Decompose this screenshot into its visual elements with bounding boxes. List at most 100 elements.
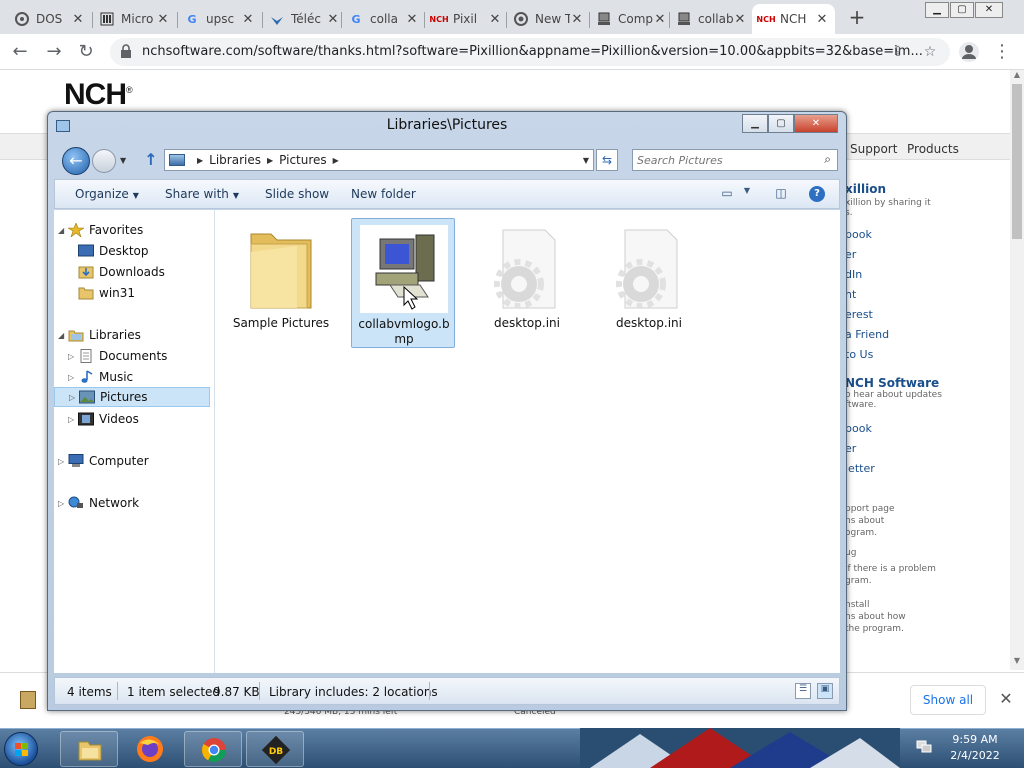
forward-arrow-icon[interactable]: → [42, 40, 66, 64]
share-with-menu[interactable]: Share with ▼ [165, 187, 239, 201]
nav-downloads[interactable]: Downloads [78, 262, 165, 282]
nav-videos[interactable]: ▷ Videos [68, 409, 139, 429]
system-clock[interactable]: 9:59 AM 2/4/2022 [940, 732, 1010, 764]
download-file-icon[interactable] [20, 691, 36, 709]
taskbar-chrome-button[interactable] [184, 731, 242, 767]
search-icon[interactable]: ⌕ [824, 152, 831, 167]
new-tab-button[interactable]: + [846, 6, 868, 28]
address-dropdown-icon[interactable]: ▼ [583, 156, 589, 165]
nav-favorites[interactable]: ◢ Favorites [58, 220, 143, 240]
tab-9[interactable]: collabv ✕ [670, 4, 753, 34]
nav-music[interactable]: ▷ Music [68, 367, 133, 387]
close-tab-icon[interactable]: ✕ [733, 12, 747, 27]
close-tab-icon[interactable]: ✕ [241, 12, 255, 27]
search-box[interactable]: ⌕ [632, 149, 838, 171]
web-sidebar-line[interactable]: book [845, 228, 872, 241]
new-folder-button[interactable]: New folder [351, 187, 416, 201]
tab-5[interactable]: G colla ✕ [342, 4, 425, 34]
chevron-right-icon[interactable]: ▶ [333, 156, 339, 165]
chevron-right-icon[interactable]: ▶ [197, 156, 203, 165]
forward-arrow-icon[interactable] [92, 149, 116, 173]
close-tab-icon[interactable]: ✕ [71, 12, 85, 27]
start-button[interactable] [4, 732, 38, 766]
breadcrumb-pictures[interactable]: Pictures [279, 153, 327, 167]
tab-8[interactable]: Compu ✕ [590, 4, 673, 34]
close-tab-icon[interactable]: ✕ [405, 12, 419, 27]
expand-arrow-icon[interactable]: ◢ [58, 226, 68, 235]
share-icon[interactable]: ⇪ [888, 42, 908, 62]
change-view-icon[interactable]: ▭ [719, 186, 735, 202]
web-sidebar-line[interactable]: letter [845, 462, 875, 475]
taskbar-explorer-button[interactable] [60, 731, 118, 767]
expand-arrow-icon[interactable]: ◢ [58, 331, 68, 340]
nav-desktop[interactable]: Desktop [78, 241, 149, 261]
minimize-button[interactable]: ▁ [742, 114, 768, 133]
tab-7[interactable]: New Ta ✕ [507, 4, 590, 34]
tab-4[interactable]: Téléc ✕ [263, 4, 346, 34]
web-sidebar-line[interactable]: dIn [845, 268, 862, 281]
search-input[interactable] [637, 152, 812, 168]
tab-1[interactable]: DOS ✕ [8, 4, 91, 34]
details-view-icon[interactable]: ☰ [795, 683, 811, 699]
maximize-button[interactable]: ▢ [768, 114, 794, 133]
file-item[interactable]: Sample Pictures [229, 218, 333, 348]
web-sidebar-line[interactable]: erest [845, 308, 873, 321]
collapsed-arrow-icon[interactable]: ▷ [69, 393, 79, 402]
collapsed-arrow-icon[interactable]: ▷ [68, 352, 78, 361]
menu-kebab-icon[interactable]: ⋮ [990, 40, 1014, 64]
close-tab-icon[interactable]: ✕ [156, 12, 170, 27]
nav-documents[interactable]: ▷ Documents [68, 346, 167, 366]
profile-avatar-icon[interactable] [958, 41, 980, 63]
show-all-button[interactable]: Show all [910, 685, 986, 715]
back-arrow-icon[interactable]: ← [8, 40, 32, 64]
file-item[interactable]: desktop.ini [475, 218, 579, 348]
collapsed-arrow-icon[interactable]: ▷ [58, 457, 68, 466]
scroll-thumb[interactable] [1012, 84, 1022, 239]
chevron-down-icon[interactable]: ▼ [739, 186, 755, 202]
web-sidebar-line[interactable]: to Us [845, 348, 873, 361]
refresh-icon[interactable]: ⇆ [596, 149, 618, 171]
tab-2[interactable]: Micro ✕ [93, 4, 176, 34]
star-icon[interactable]: ☆ [920, 42, 940, 62]
tab-6[interactable]: NCH Pixil ✕ [425, 4, 508, 34]
web-sidebar-line[interactable]: a Friend [845, 328, 889, 341]
breadcrumb-libraries[interactable]: Libraries [209, 153, 261, 167]
close-button[interactable]: ✕ [794, 114, 838, 133]
nav-pictures[interactable]: ▷ Pictures [54, 387, 210, 407]
preview-pane-icon[interactable]: ◫ [773, 186, 789, 202]
nav-support-link[interactable]: Support [850, 142, 897, 156]
firefox-icon[interactable] [134, 733, 166, 765]
page-scrollbar[interactable]: ▲ ▼ [1010, 70, 1024, 670]
collapsed-arrow-icon[interactable]: ▷ [68, 415, 78, 424]
reload-icon[interactable]: ↻ [74, 40, 98, 64]
large-icons-view-icon[interactable]: ▣ [817, 683, 833, 699]
close-tab-icon[interactable]: ✕ [653, 12, 667, 27]
organize-menu[interactable]: Organize ▼ [75, 187, 139, 201]
minimize-button[interactable]: ▁ [925, 2, 949, 18]
collapsed-arrow-icon[interactable]: ▷ [68, 373, 78, 382]
slide-show-button[interactable]: Slide show [265, 187, 329, 201]
web-sidebar-line[interactable]: book [845, 422, 872, 435]
file-item-selected[interactable]: collabvmlogo.bmp [351, 218, 455, 348]
network-tray-icon[interactable] [916, 740, 932, 754]
up-folder-icon[interactable]: ↑ [142, 150, 160, 170]
recent-pages-chevron-icon[interactable]: ▼ [120, 156, 126, 165]
file-item[interactable]: desktop.ini [597, 218, 701, 348]
nav-network[interactable]: ▷ Network [58, 493, 139, 513]
maximize-button[interactable]: ▢ [950, 2, 974, 18]
tab-10-active[interactable]: NCH NCH ✕ [752, 4, 835, 34]
help-icon[interactable]: ? [809, 186, 825, 202]
address-breadcrumb[interactable]: ▶ Libraries ▶ Pictures ▶ ▼ [164, 149, 594, 171]
taskbar-dosbox-button[interactable]: DB [246, 731, 304, 767]
scroll-down-icon[interactable]: ▼ [1010, 656, 1024, 668]
address-bar[interactable]: nchsoftware.com/software/thanks.html?sof… [110, 38, 950, 66]
nav-products-link[interactable]: Products [907, 142, 959, 156]
nav-computer[interactable]: ▷ Computer [58, 451, 149, 471]
close-tab-icon[interactable]: ✕ [488, 12, 502, 27]
chevron-right-icon[interactable]: ▶ [267, 156, 273, 165]
close-tab-icon[interactable]: ✕ [570, 12, 584, 27]
scroll-up-icon[interactable]: ▲ [1010, 70, 1024, 82]
nav-win31[interactable]: win31 [78, 283, 135, 303]
tab-3[interactable]: G upsc ✕ [178, 4, 261, 34]
collapsed-arrow-icon[interactable]: ▷ [58, 499, 68, 508]
